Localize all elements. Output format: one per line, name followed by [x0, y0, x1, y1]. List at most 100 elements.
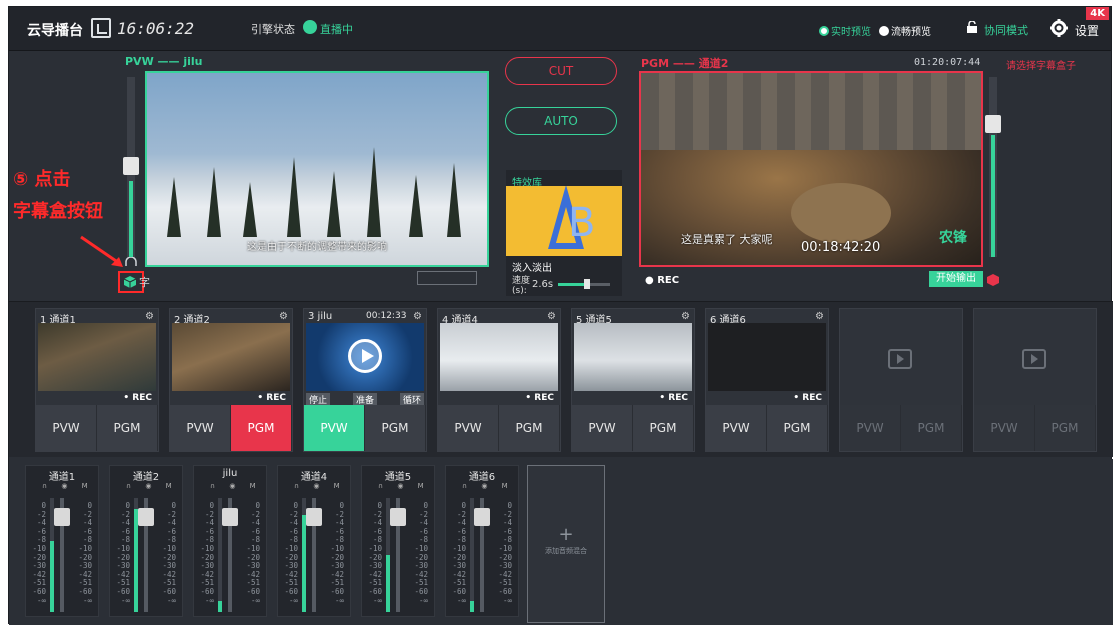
db-scale: 0 -2 -4 -6 -8 -10 -20 -30 -42 -51 -60 -∞ — [198, 501, 214, 605]
source-buttons: PVW PGM — [974, 405, 1096, 451]
pvw-button[interactable]: PVW — [438, 405, 499, 451]
volume-fader[interactable] — [222, 498, 238, 612]
gear-icon[interactable] — [1049, 18, 1069, 38]
source-card[interactable]: 4 通道4 ⚙ • REC PVW PGM — [437, 308, 561, 452]
loop-button[interactable]: 循环 — [399, 393, 424, 406]
collab-mode-button[interactable]: 协同模式 — [984, 22, 1028, 38]
volume-fader-knob[interactable] — [306, 507, 322, 526]
pgm-button[interactable]: PGM — [901, 405, 962, 451]
pvw-button[interactable]: PVW — [36, 405, 97, 451]
pgm-volume-knob[interactable] — [985, 115, 1001, 133]
lock-icon[interactable] — [966, 21, 978, 33]
pgm-button[interactable]: PGM — [97, 405, 158, 451]
source-thumbnail[interactable] — [574, 323, 692, 391]
annotation-arrow-icon — [80, 235, 123, 267]
auto-button[interactable]: AUTO — [505, 107, 617, 135]
volume-fader[interactable] — [390, 498, 406, 612]
mixer-channel: jilu ∩ ◉ M 0 -2 -4 -6 -8 -10 -20 -30 -42 -51 -60 -∞ 0-… — [193, 465, 267, 617]
pgm-button[interactable]: PGM — [365, 405, 426, 451]
source-card[interactable]: 3 jilu 00:12:33 ⚙ 停止 准备 循环 PVW PGM — [303, 308, 427, 452]
pgm-button[interactable]: PGM — [231, 405, 292, 451]
volume-fader-knob[interactable] — [54, 507, 70, 526]
pgm-monitor[interactable]: 这是真累了 大家呢 00:18:42:20 农锋 — [639, 71, 983, 267]
pgm-button[interactable]: PGM — [633, 405, 694, 451]
source-settings-gear-icon[interactable]: ⚙ — [547, 311, 556, 322]
pvw-monitor[interactable]: 这是由于不断的调整带来的影响 — [145, 71, 489, 267]
volume-fader-knob[interactable] — [390, 507, 406, 526]
settings-button[interactable]: 设置 — [1075, 22, 1099, 39]
realtime-preview-radio[interactable]: 实时预览 — [819, 23, 871, 38]
pvw-volume-knob[interactable] — [123, 157, 139, 175]
mixer-channel-icons[interactable]: ∩ ◉ M — [126, 482, 178, 490]
source-thumbnail[interactable] — [708, 323, 826, 391]
mixer-channel-name: 通道2 — [132, 472, 160, 483]
play-icon[interactable] — [348, 339, 382, 373]
empty-source-play-icon[interactable] — [1022, 349, 1046, 369]
pvw-button[interactable]: PVW — [170, 405, 231, 451]
source-card[interactable]: 6 通道6 ⚙ • REC PVW PGM — [705, 308, 829, 452]
pvw-button[interactable]: PVW — [840, 405, 901, 451]
pgm-volume-slider[interactable] — [985, 77, 1001, 257]
engine-status-value: 直播中 — [320, 23, 353, 36]
stop-button[interactable]: 停止 — [306, 393, 331, 406]
source-buttons: PVW PGM — [304, 405, 426, 451]
pgm-time-overlay: 00:18:42:20 — [801, 240, 881, 255]
source-settings-gear-icon[interactable]: ⚙ — [815, 311, 824, 322]
source-settings-gear-icon[interactable]: ⚙ — [413, 311, 422, 322]
mixer-channel-icons[interactable]: ∩ ◉ M — [378, 482, 430, 490]
pvw-button[interactable]: PVW — [572, 405, 633, 451]
speed-slider-knob[interactable] — [584, 279, 590, 289]
mixer-channel-icons[interactable]: ∩ ◉ M — [294, 482, 346, 490]
source-settings-gear-icon[interactable]: ⚙ — [681, 311, 690, 322]
empty-source-play-icon[interactable] — [888, 349, 912, 369]
volume-fader[interactable] — [54, 498, 70, 612]
caption-box-label: 字 — [139, 276, 150, 289]
db-scale-tick: -∞ — [418, 595, 428, 605]
source-card[interactable]: PVW PGM — [973, 308, 1097, 452]
source-card[interactable]: 2 通道2 ⚙ • REC PVW PGM — [169, 308, 293, 452]
volume-fader[interactable] — [138, 498, 154, 612]
source-card[interactable]: 5 通道5 ⚙ • REC PVW PGM — [571, 308, 695, 452]
top-bar: 云导播台 16:06:22 引擎状态 直播中 实时预览 流畅预览 协同模式 设置… — [9, 7, 1111, 51]
cut-button[interactable]: CUT — [505, 57, 617, 85]
mixer-channel-icons[interactable]: ∩ ◉ M — [210, 482, 262, 490]
volume-fader-knob[interactable] — [222, 507, 238, 526]
source-rec-label: • REC — [257, 393, 286, 403]
source-rec-label: • REC — [123, 393, 152, 403]
source-settings-gear-icon[interactable]: ⚙ — [145, 311, 154, 322]
tree — [447, 163, 461, 237]
pgm-button[interactable]: PGM — [767, 405, 828, 451]
ready-button[interactable]: 准备 — [352, 393, 377, 406]
source-card[interactable]: PVW PGM — [839, 308, 963, 452]
mixer-channel-icons[interactable]: ∩ ◉ M — [42, 482, 94, 490]
pgm-button[interactable]: PGM — [499, 405, 560, 451]
add-audio-mixer-button[interactable]: + 添加音频混合 — [527, 465, 605, 623]
pvw-button[interactable]: PVW — [706, 405, 767, 451]
output-box-icon[interactable] — [986, 273, 1000, 287]
pvw-button[interactable]: PVW — [304, 405, 365, 451]
source-thumbnail[interactable] — [38, 323, 156, 391]
volume-fader-knob[interactable] — [474, 507, 490, 526]
caption-box-icon[interactable] — [123, 275, 137, 289]
effect-thumbnail[interactable]: B — [506, 186, 622, 256]
volume-fader[interactable] — [306, 498, 322, 612]
source-thumbnail[interactable] — [306, 323, 424, 391]
pvw-volume-slider[interactable] — [123, 77, 139, 257]
volume-fader[interactable] — [474, 498, 490, 612]
pgm-button[interactable]: PGM — [1035, 405, 1096, 451]
volume-fader-knob[interactable] — [138, 507, 154, 526]
source-buttons: PVW PGM — [170, 405, 292, 451]
db-scale: 0 -2 -4 -6 -8 -10 -20 -30 -42 -51 -60 -∞ — [328, 501, 344, 605]
mixer-channel-icons[interactable]: ∩ ◉ M — [462, 482, 514, 490]
source-card[interactable]: 1 通道1 ⚙ • REC PVW PGM — [35, 308, 159, 452]
source-thumbnail[interactable] — [440, 323, 558, 391]
caption-box-select[interactable]: 请选择字幕盒子 — [1006, 57, 1076, 72]
smooth-preview-radio[interactable]: 流畅预览 — [879, 23, 931, 38]
speed-slider[interactable] — [558, 279, 610, 289]
layout-switcher[interactable] — [417, 271, 477, 285]
source-settings-gear-icon[interactable]: ⚙ — [279, 311, 288, 322]
source-thumbnail[interactable] — [172, 323, 290, 391]
pvw-button[interactable]: PVW — [974, 405, 1035, 451]
effect-name[interactable]: 淡入淡出 — [512, 259, 552, 274]
start-output-button[interactable]: 开始输出 — [929, 271, 983, 287]
